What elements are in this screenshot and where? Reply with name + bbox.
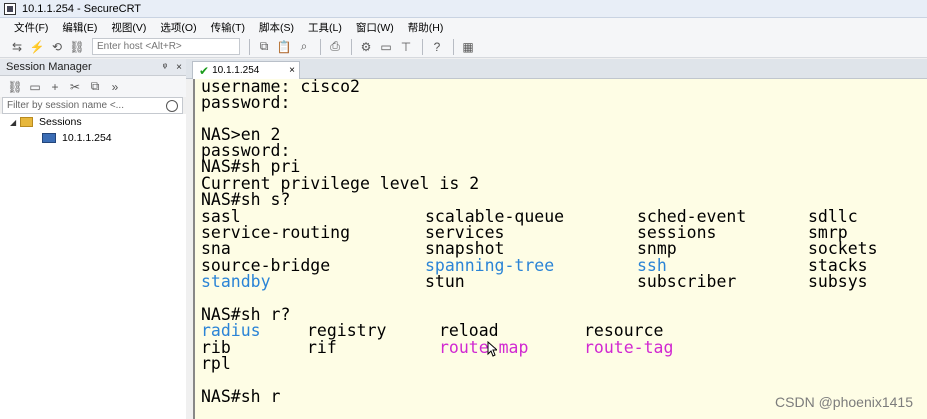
menu-help[interactable]: 帮助(H) bbox=[408, 20, 444, 35]
close-icon[interactable]: × bbox=[172, 62, 186, 73]
menu-window[interactable]: 窗口(W) bbox=[356, 20, 394, 35]
completion-option: snmp bbox=[637, 239, 677, 258]
mouse-cursor-icon bbox=[487, 341, 497, 357]
tab-close-icon[interactable]: × bbox=[285, 65, 299, 76]
search-icon bbox=[166, 99, 178, 112]
completion-option: stun bbox=[425, 272, 465, 291]
keymap-icon[interactable]: ⊤ bbox=[397, 38, 415, 56]
toolbar-separator bbox=[422, 38, 423, 55]
terminal-completion-row: standby stun subscriber subsys bbox=[201, 273, 868, 290]
session-manager-toolbar: ⛓ ▭ + ✂ ⧉ » bbox=[0, 76, 186, 97]
pin-icon[interactable]: ᵠ bbox=[158, 62, 172, 73]
terminal-line: password: bbox=[201, 93, 291, 112]
print-icon[interactable]: ⎙ bbox=[326, 38, 344, 56]
copy-icon[interactable]: ⧉ bbox=[86, 79, 104, 94]
completion-option: sna bbox=[201, 239, 231, 258]
session-manager-header: Session Manager ᵠ × bbox=[0, 59, 186, 76]
disconnect-icon[interactable]: ⛓ bbox=[68, 38, 86, 56]
help-icon[interactable]: ? bbox=[428, 38, 446, 56]
completion-option: subsys bbox=[808, 272, 868, 291]
overflow-icon[interactable]: » bbox=[106, 80, 124, 94]
filter-placeholder: Filter by session name <... bbox=[7, 100, 124, 111]
terminal-completion-row: sna snapshot snmp sockets bbox=[201, 239, 878, 258]
folder-icon bbox=[20, 117, 33, 127]
menu-options[interactable]: 选项(O) bbox=[160, 20, 196, 35]
toolbar-separator bbox=[249, 38, 250, 55]
completion-option: subscriber bbox=[637, 272, 737, 291]
settings-icon[interactable]: ⚙ bbox=[357, 38, 375, 56]
reconnect-icon[interactable]: ⟲ bbox=[48, 38, 66, 56]
cut-icon[interactable]: ✂ bbox=[66, 80, 84, 94]
host-input[interactable] bbox=[92, 38, 240, 55]
toolbar-separator bbox=[351, 38, 352, 55]
completion-option: reload bbox=[439, 321, 499, 340]
expand-arrow-icon[interactable]: ◢ bbox=[10, 118, 20, 127]
connect-icon[interactable]: ⇆ bbox=[8, 38, 26, 56]
completion-option: snapshot bbox=[425, 239, 505, 258]
completion-option-highlighted: route-tag bbox=[584, 338, 674, 357]
copy-icon[interactable]: ⧉ bbox=[255, 38, 273, 56]
window-icon[interactable]: ▭ bbox=[26, 80, 44, 94]
connected-check-icon: ✔ bbox=[199, 63, 210, 78]
tree-folder-sessions[interactable]: ◢ Sessions bbox=[10, 114, 82, 130]
sftp-icon[interactable]: ▦ bbox=[459, 38, 477, 56]
menu-edit[interactable]: 编辑(E) bbox=[62, 20, 97, 35]
completion-option: rif bbox=[307, 338, 337, 357]
terminal-line: NAS#sh pri bbox=[201, 157, 301, 176]
computer-icon bbox=[42, 133, 56, 143]
completion-option: sockets bbox=[808, 239, 878, 258]
toolbar-separator bbox=[453, 38, 454, 55]
completion-option: resource bbox=[584, 321, 664, 340]
menu-transfer[interactable]: 传输(T) bbox=[211, 20, 245, 35]
menu-view[interactable]: 视图(V) bbox=[111, 20, 146, 35]
completion-option-highlighted: radius bbox=[201, 321, 261, 340]
session-options-icon[interactable]: ▭ bbox=[377, 38, 395, 56]
terminal-completion-row: rpl bbox=[201, 354, 241, 373]
window-title: 10.1.1.254 - SecureCRT bbox=[22, 2, 142, 15]
completion-option: rpl bbox=[201, 354, 231, 373]
menu-file[interactable]: 文件(F) bbox=[14, 20, 48, 35]
tree-item-session[interactable]: 10.1.1.254 bbox=[42, 130, 112, 146]
title-bar: 10.1.1.254 - SecureCRT bbox=[0, 0, 927, 18]
terminal-output[interactable]: username: cisco2 password: NAS>en 2 pass… bbox=[193, 79, 927, 419]
paste-icon[interactable]: 📋 bbox=[275, 38, 293, 56]
menu-tools[interactable]: 工具(L) bbox=[308, 20, 342, 35]
terminal-line: NAS#sh s? bbox=[201, 190, 291, 209]
menu-bar: 文件(F) 编辑(E) 视图(V) 选项(O) 传输(T) 脚本(S) 工具(L… bbox=[0, 18, 927, 36]
toolbar-separator bbox=[320, 38, 321, 55]
quick-connect-icon[interactable]: ⚡ bbox=[28, 38, 46, 56]
tree-folder-label: Sessions bbox=[39, 116, 82, 128]
watermark: CSDN @phoenix1415 bbox=[775, 394, 913, 410]
terminal-completion-row: radius registry reload resource bbox=[201, 322, 663, 339]
find-icon[interactable]: ⌕ bbox=[295, 38, 313, 56]
completion-option: registry bbox=[307, 321, 387, 340]
completion-option-highlighted: route-map bbox=[439, 338, 529, 357]
completion-option-highlighted: standby bbox=[201, 272, 271, 291]
link-icon[interactable]: ⛓ bbox=[6, 80, 24, 94]
tab-bar: ✔ 10.1.1.254 × bbox=[186, 59, 927, 79]
session-manager-title: Session Manager bbox=[6, 61, 92, 73]
tab-label: 10.1.1.254 bbox=[212, 65, 260, 76]
tab-session[interactable]: ✔ 10.1.1.254 × bbox=[192, 61, 300, 79]
menu-script[interactable]: 脚本(S) bbox=[259, 20, 294, 35]
app-icon bbox=[4, 2, 16, 15]
session-filter-input[interactable]: Filter by session name <... bbox=[2, 97, 183, 114]
tree-item-label: 10.1.1.254 bbox=[62, 132, 112, 144]
toolbar: ⇆ ⚡ ⟲ ⛓ ⧉ 📋 ⌕ ⎙ ⚙ ▭ ⊤ ? ▦ bbox=[0, 36, 927, 58]
session-tree: ◢ Sessions 10.1.1.254 bbox=[0, 114, 186, 419]
terminal-prompt-line: NAS#sh r bbox=[201, 387, 281, 406]
add-icon[interactable]: + bbox=[46, 80, 64, 94]
